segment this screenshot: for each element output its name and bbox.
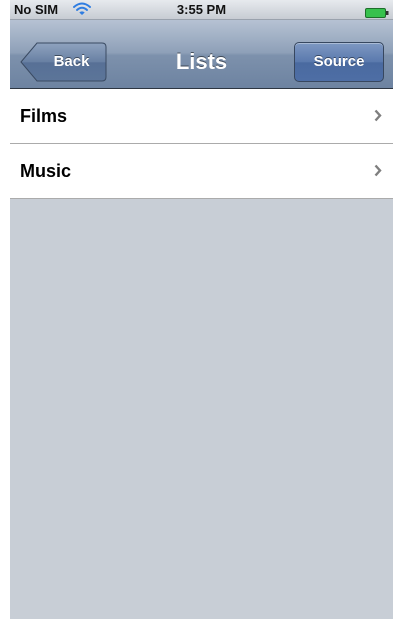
list-item-music[interactable]: Music [10,144,393,199]
status-time: 3:55 PM [176,2,227,17]
list-item-films[interactable]: Films [10,89,393,144]
navigation-bar: Back Lists Source [10,20,393,89]
status-bar: No SIM 3:55 PM [10,0,393,20]
battery-icon [365,5,389,18]
chevron-right-icon [374,164,382,177]
source-button[interactable]: Source [294,42,384,82]
lists-table: Films Music [10,89,393,199]
list-item-label: Music [20,161,72,181]
chevron-right-icon [374,109,382,122]
phone-screen: No SIM 3:55 PM Back Lists Source Films M… [10,0,393,619]
list-item-label: Films [20,106,68,126]
